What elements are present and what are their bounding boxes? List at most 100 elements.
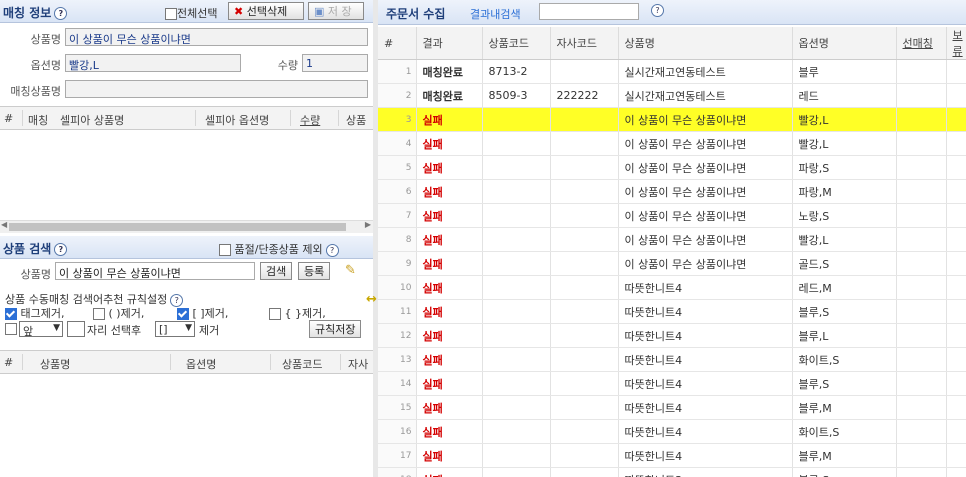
position-input[interactable] [67, 321, 85, 337]
table-row[interactable]: 13 실패 따뜻한니트4 화이트,S [378, 347, 966, 372]
table-row[interactable]: 2 매칭완료 8509-3 222222 실시간재고연동테스트 레드 [378, 83, 966, 108]
result-cell: 실패 [416, 107, 483, 132]
hold-cell [946, 299, 966, 324]
row-number: 8 [378, 227, 417, 252]
product-name-cell: 이 상품이 무슨 상품이냐면 [618, 131, 793, 156]
prematch-cell [896, 299, 947, 324]
hold-cell [946, 251, 966, 276]
rule-tag-checkbox[interactable]: 태그제거, [5, 305, 64, 321]
product-code-cell [482, 155, 551, 180]
product-code-cell [482, 443, 551, 468]
rule-brace-checkbox[interactable]: { }제거, [269, 305, 326, 321]
col-divider [338, 110, 339, 126]
qty-label: 수량 [277, 59, 298, 72]
table-row[interactable]: 5 실패 이 상품이 무슨 상품이냐면 파랑,S [378, 155, 966, 180]
order-rows: 1 매칭완료 8713-2 실시간재고연동테스트 블루 2 매칭완료 8509-3 222222… [378, 59, 966, 477]
table-row[interactable]: 12 실패 따뜻한니트4 블루,L [378, 323, 966, 348]
own-code-cell [550, 419, 619, 444]
own-code-cell [550, 347, 619, 372]
table-row[interactable]: 1 매칭완료 8713-2 실시간재고연동테스트 블루 [378, 59, 966, 84]
col-product-name: 상품명 [40, 358, 71, 371]
col-qty[interactable]: 수량 [300, 112, 320, 128]
product-name-field[interactable]: 이 상품이 무슨 상품이냐면 [65, 28, 368, 46]
table-row[interactable]: 8 실패 이 상품이 무슨 상품이냐면 빨강,L [378, 227, 966, 252]
rule-paren-checkbox[interactable]: ( )제거, [93, 305, 144, 321]
option-field[interactable]: 빨강,L [65, 54, 241, 72]
help-icon[interactable]: ? [54, 243, 68, 256]
save-rules-button[interactable]: 규칙저장 [309, 320, 362, 338]
table-row[interactable]: 17 실패 따뜻한니트4 블루,M [378, 443, 966, 468]
help-icon[interactable]: ? [325, 243, 339, 257]
own-code-cell [550, 155, 619, 180]
hold-cell [946, 395, 966, 420]
own-code-cell [550, 443, 619, 468]
scroll-right-icon[interactable]: ▶ [365, 220, 371, 229]
col-divider [340, 354, 341, 370]
hold-cell [946, 323, 966, 348]
table-row[interactable]: 16 실패 따뜻한니트4 화이트,S [378, 419, 966, 444]
table-row[interactable]: 9 실패 이 상품이 무슨 상품이냐면 골드,S [378, 251, 966, 276]
row-number: 6 [378, 179, 417, 204]
scroll-left-icon[interactable]: ◀ [1, 220, 7, 229]
col-own-code: 자사코드 [550, 27, 619, 60]
table-row[interactable]: 4 실패 이 상품이 무슨 상품이냐면 빨강,L [378, 131, 966, 156]
brush-icon[interactable]: ✎ [345, 263, 356, 278]
exclude-soldout-checkbox[interactable]: 품절/단종상품 제외? [219, 241, 339, 257]
col-divider [22, 110, 23, 126]
col-num: # [4, 112, 14, 125]
rule-bracket-box[interactable] [177, 308, 189, 320]
table-row[interactable]: 7 실패 이 상품이 무슨 상품이냐면 노랑,S [378, 203, 966, 228]
front-select[interactable]: 앞 ▼ [19, 321, 63, 338]
result-cell: 실패 [416, 227, 483, 252]
help-icon[interactable]: ? [54, 7, 68, 20]
option-cell: 블루,S [792, 371, 897, 396]
rule-bracket-checkbox[interactable]: [ ]제거, [177, 305, 228, 321]
search-button[interactable]: 검색 [260, 262, 293, 280]
product-name-label: 상품명 [30, 33, 61, 46]
option-cell: 블루 [792, 59, 897, 84]
rule-brace-box[interactable] [269, 308, 281, 320]
delete-selected-button[interactable]: ✖ 선택삭제 [228, 2, 304, 20]
result-cell: 실패 [416, 155, 483, 180]
result-cell: 실패 [416, 371, 483, 396]
product-name-cell: 이 상품이 무슨 상품이냐면 [618, 179, 793, 204]
search-result-header: # 상품명 옵션명 상품코드 자사 [0, 350, 373, 374]
matching-panel: 매칭 정보? 전체선택 ✖ 선택삭제 ▣ 저 장 상품명 이 상품이 무슨 상품… [0, 0, 374, 477]
qty-field[interactable]: 1 [302, 54, 368, 72]
table-row[interactable]: 3 실패 이 상품이 무슨 상품이냐면 빨강,L [378, 107, 966, 132]
search-input[interactable]: 이 상품이 무슨 상품이냐면 [55, 262, 255, 280]
result-cell: 실패 [416, 179, 483, 204]
front-checkbox[interactable] [5, 323, 17, 335]
help-icon[interactable]: ? [651, 4, 664, 17]
x-icon: ✖ [234, 5, 244, 18]
table-row[interactable]: 11 실패 따뜻한니트4 블루,S [378, 299, 966, 324]
rule-tag-box[interactable] [5, 308, 17, 320]
table-row[interactable]: 14 실패 따뜻한니트4 블루,S [378, 371, 966, 396]
hold-cell [946, 83, 966, 108]
bracket-select[interactable]: [] ▼ [155, 321, 195, 337]
resize-arrows-icon[interactable]: ↔ [366, 292, 377, 307]
register-button[interactable]: 등록 [298, 262, 331, 280]
matched-product-field[interactable] [65, 80, 368, 98]
match-grid-scrollbar[interactable]: ◀ ▶ [0, 220, 373, 233]
matching-title: 매칭 정보? [3, 4, 68, 21]
save-button[interactable]: ▣ 저 장 [308, 2, 364, 20]
table-row[interactable]: 18실패 따뜻한니트3블루,S [378, 467, 966, 477]
bracket-select-value: [] [159, 323, 168, 336]
table-row[interactable]: 15 실패 따뜻한니트4 블루,M [378, 395, 966, 420]
row-number: 12 [378, 323, 417, 348]
rule-brace-label: { }제거, [284, 307, 326, 320]
select-all-checkbox[interactable]: 전체선택 [165, 5, 217, 21]
search-in-results-input[interactable] [539, 3, 639, 20]
table-row[interactable]: 10 실패 따뜻한니트4 레드,M [378, 275, 966, 300]
exclude-soldout-box[interactable] [219, 244, 231, 256]
col-hold[interactable]: 보류 [946, 27, 966, 60]
option-cell: 레드 [792, 83, 897, 108]
select-all-box[interactable] [165, 8, 177, 20]
col-prematch[interactable]: 선매칭 [896, 27, 947, 60]
scroll-thumb[interactable] [9, 223, 346, 231]
result-cell: 실패 [416, 299, 483, 324]
rule-paren-box[interactable] [93, 308, 105, 320]
row-number: 1 [378, 59, 417, 84]
table-row[interactable]: 6 실패 이 상품이 무슨 상품이냐면 파랑,M [378, 179, 966, 204]
